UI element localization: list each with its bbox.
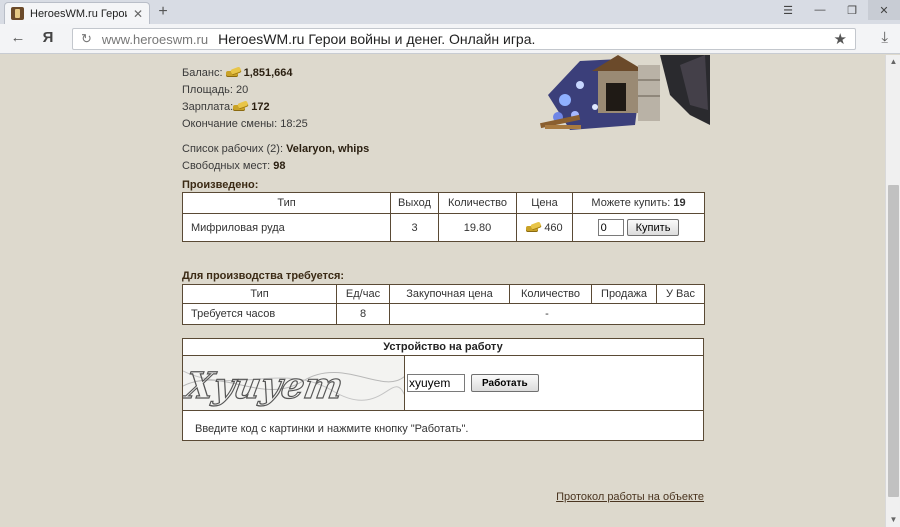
work-protocol-link[interactable]: Протокол работы на объекте [556,491,704,503]
required-per-hour: 8 [336,303,390,325]
captcha-code-input[interactable] [407,374,465,392]
free-places-label: Свободных мест: [182,160,271,172]
tab-title: HeroesWM.ru Герои в [30,7,127,20]
gold-icon [233,101,249,111]
required-row: Требуется часов 8 - [182,303,705,325]
balance-row: Баланс: 1,851,664 [182,65,369,82]
download-icon[interactable]: ⤓ [881,29,888,46]
area-row: Площадь: 20 [182,82,369,99]
reload-icon[interactable]: ↻ [81,31,92,47]
produced-header-type: Тип [182,192,391,214]
buy-button[interactable]: Купить [626,219,680,236]
yandex-icon[interactable]: Я [38,29,58,46]
bookmark-star-icon[interactable]: ★ [834,30,847,48]
tab-close-icon[interactable]: ✕ [133,7,143,21]
shift-end-row: Окончание смены: 18:25 [182,116,369,133]
captcha-image: Xyuyem [183,356,405,411]
address-bar: ← Я ↻ www.heroeswm.ru HeroesWM.ru Герои … [0,24,900,54]
window-controls: ☰ — ❐ ✕ [772,0,900,20]
balance-value: 1,851,664 [243,67,293,79]
can-buy-label: Можете купить: [591,197,671,209]
workers-names[interactable]: Velaryon, whips [286,143,369,155]
area-value: 20 [236,84,249,96]
area-label: Площадь: [182,84,233,96]
shift-end-label: Окончание смены: [182,118,278,130]
buy-quantity-input[interactable] [597,219,624,236]
required-header-purchase-price: Закупочная цена [389,284,510,304]
buy-cell: Купить [572,213,705,242]
free-places-value: 98 [273,160,286,172]
job-application-box: Устройство на работу Xyuyem Работать Вве… [182,338,704,441]
code-area: Работать [405,356,703,411]
can-buy-value: 19 [673,197,686,209]
required-type: Требуется часов [182,303,337,325]
scroll-up-arrow-icon[interactable]: ▲ [886,55,900,69]
produced-type: Мифриловая руда [182,213,391,242]
required-table: Тип Ед/час Закупочная цена Количество Пр… [182,284,705,325]
scroll-thumb[interactable] [888,185,899,497]
balance-label: Баланс: [182,67,223,79]
produced-header-row: Тип Выход Количество Цена Можете купить:… [182,192,705,214]
produced-header-quantity: Количество [438,192,517,214]
produced-header-can-buy: Можете купить: 19 [572,192,705,214]
menu-icon[interactable]: ☰ [772,0,804,20]
required-rest: - [389,303,705,325]
work-button[interactable]: Работать [471,374,539,392]
required-header-sale: Продажа [591,284,657,304]
captcha-text: Xyuyem [183,364,346,407]
gold-icon [225,67,242,77]
url-host: www.heroeswm.ru [101,31,209,47]
required-header-per-hour: Ед/час [336,284,390,304]
produced-quantity: 19.80 [438,213,517,242]
new-tab-icon[interactable]: + [154,3,172,21]
required-header-quantity: Количество [509,284,592,304]
produced-title: Произведено: [182,179,259,191]
window-close-icon[interactable]: ✕ [868,0,900,20]
browser-tabbar: HeroesWM.ru Герои в ✕ + ☰ — ❐ ✕ [0,0,900,24]
restore-icon[interactable]: ❐ [836,0,868,20]
required-header-you-have: У Вас [656,284,705,304]
free-places-row: Свободных мест: 98 [182,158,369,175]
produced-output: 3 [390,213,439,242]
omnibox[interactable]: ↻ www.heroeswm.ru HeroesWM.ru Герои войн… [72,28,856,50]
salary-value: 172 [251,101,270,113]
produced-row: Мифриловая руда 3 19.80 460 Купить [182,213,705,242]
back-arrow-icon[interactable]: ← [8,29,28,46]
scroll-down-arrow-icon[interactable]: ▼ [886,513,900,527]
required-title: Для производства требуется: [182,270,345,282]
shift-end-value: 18:25 [280,118,308,130]
salary-label: Зарплата: [182,101,234,113]
salary-row: Зарплата: 172 [182,99,369,116]
page-title: HeroesWM.ru Герои войны и денег. Онлайн … [218,31,536,47]
minimize-icon[interactable]: — [804,0,836,20]
job-title: Устройство на работу [183,339,703,356]
required-header-row: Тип Ед/час Закупочная цена Количество Пр… [182,284,705,304]
produced-header-price: Цена [516,192,573,214]
job-hint: Введите код с картинки и нажмите кнопку … [195,423,469,435]
browser-tab[interactable]: HeroesWM.ru Герои в ✕ [4,2,150,24]
produced-price: 460 [544,221,563,234]
produced-price-cell: 460 [516,213,573,242]
page-scrollbar[interactable]: ▲ ▼ [885,55,900,527]
workers-row: Список рабочих (2): Velaryon, whips [182,141,369,158]
required-header-type: Тип [182,284,337,304]
page-content: Баланс: 1,851,664 Площадь: 20 Зарплата: 1… [0,55,885,527]
produced-table: Тип Выход Количество Цена Можете купить:… [182,192,705,242]
object-info: Баланс: 1,851,664 Площадь: 20 Зарплата: 1… [182,65,369,175]
site-favicon-icon [11,7,24,20]
mithril-mine-image [540,55,710,133]
workers-label: Список рабочих (2): [182,143,283,155]
gold-icon [526,222,542,232]
produced-header-output: Выход [390,192,439,214]
